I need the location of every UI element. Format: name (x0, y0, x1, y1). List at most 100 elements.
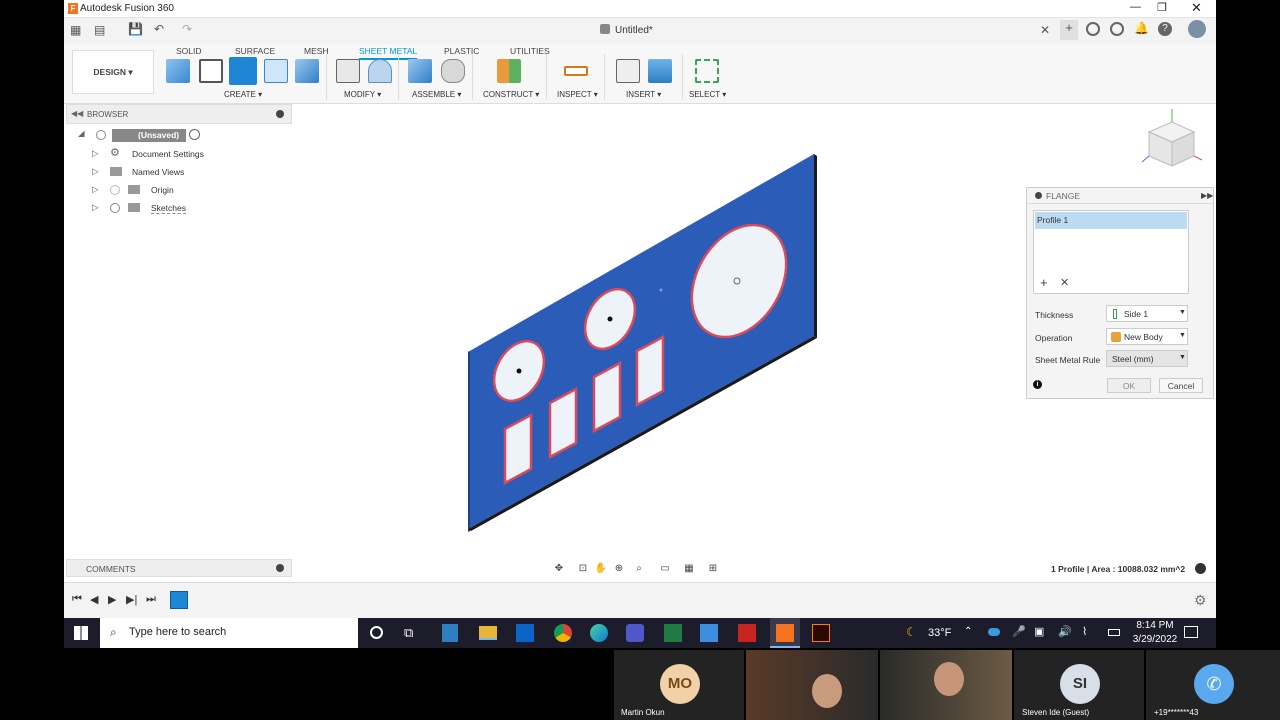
viewports-icon[interactable]: ⊞ (706, 562, 720, 576)
job-status-icon[interactable] (1110, 22, 1124, 36)
new-component-assemble-icon[interactable] (408, 59, 432, 83)
create-sketch-icon[interactable] (199, 59, 223, 83)
modify-menu[interactable]: MODIFY ▾ (344, 90, 381, 99)
window-select-icon[interactable] (695, 59, 719, 83)
sheet-metal-rule-dropdown[interactable]: Steel (mm) ▼ (1106, 350, 1188, 367)
last-step-icon[interactable]: ⏭ (146, 593, 156, 606)
select-menu[interactable]: SELECT ▾ (689, 90, 726, 99)
participant-video[interactable] (880, 650, 1012, 720)
participant-tile[interactable]: ✆ +19*******43 (1146, 650, 1280, 720)
save-icon[interactable]: 💾 (128, 22, 143, 36)
timeline-feature-icon[interactable] (170, 591, 188, 609)
create-menu[interactable]: CREATE ▾ (224, 90, 262, 99)
file-menu-icon[interactable]: ▤ (94, 23, 105, 37)
calculator-icon[interactable] (442, 624, 458, 642)
visibility-icon[interactable] (96, 130, 106, 140)
remove-icon[interactable]: ✕ (1060, 276, 1069, 289)
participant-tile[interactable]: SI Steven Ide (Guest) (1014, 650, 1144, 720)
display-icon[interactable]: ▣ (1034, 625, 1044, 638)
volume-icon[interactable]: 🔊 (1058, 625, 1072, 638)
tree-item-origin[interactable]: Origin (151, 185, 174, 195)
microphone-icon[interactable]: 🎤 (1012, 625, 1026, 638)
weather-temp[interactable]: 33°F (928, 627, 951, 639)
construct-menu[interactable]: CONSTRUCT ▾ (483, 90, 539, 99)
notifications-icon[interactable]: 🔔 (1134, 21, 1149, 35)
expand-dialog-icon[interactable]: ▶▶ (1201, 191, 1213, 200)
orbit-icon[interactable]: ✥ (552, 562, 566, 576)
new-tab-icon[interactable]: + (1060, 20, 1078, 40)
acrobat-icon[interactable] (738, 624, 756, 642)
thickness-dropdown[interactable]: Side 1 ▼ (1106, 305, 1188, 322)
pan-icon[interactable]: ✋ (594, 562, 608, 576)
notification-center-icon[interactable] (1184, 626, 1198, 638)
first-step-icon[interactable]: ⏮ (72, 593, 82, 606)
info-icon[interactable]: i (1033, 380, 1042, 389)
visibility-icon[interactable] (110, 203, 120, 213)
operation-dropdown[interactable]: New Body ▼ (1106, 328, 1188, 345)
root-expand-icon[interactable]: ◢ (78, 128, 85, 139)
clock-date[interactable]: 3/29/2022 (1130, 634, 1180, 645)
participant-video[interactable] (746, 650, 878, 720)
extrude-icon[interactable] (295, 59, 319, 83)
bend-icon[interactable] (368, 59, 392, 83)
windows-start-icon[interactable] (74, 626, 88, 640)
network-icon[interactable]: ⌇ (1082, 625, 1087, 638)
visibility-icon[interactable] (110, 185, 120, 195)
close-tab-icon[interactable]: ✕ (1040, 23, 1050, 37)
outlook-icon[interactable] (516, 624, 534, 642)
redo-icon[interactable]: ↷ (182, 22, 192, 36)
tray-expand-icon[interactable]: ⌃ (964, 626, 972, 637)
joint-icon[interactable] (441, 59, 465, 83)
collapse-browser-icon[interactable]: ◀◀ (71, 109, 83, 118)
profile-list-item[interactable]: Profile 1 (1035, 212, 1187, 229)
workspace-switcher[interactable]: DESIGN ▾ (72, 50, 154, 94)
illustrator-icon[interactable] (812, 624, 830, 642)
add-icon[interactable]: + (1040, 275, 1048, 290)
new-component-icon[interactable] (166, 59, 190, 83)
grid-settings-icon[interactable]: ▦ (682, 562, 696, 576)
data-panel-icon[interactable]: ▦ (70, 23, 81, 37)
tab-plastic[interactable]: PLASTIC (444, 46, 479, 56)
help-icon[interactable]: ? (1158, 22, 1172, 36)
cortana-icon[interactable] (370, 626, 383, 639)
onedrive-icon[interactable] (988, 628, 1000, 636)
expand-icon[interactable]: ▷ (92, 202, 99, 213)
previous-step-icon[interactable]: ◀ (90, 593, 98, 606)
status-settings-icon[interactable] (1195, 563, 1206, 574)
flange-icon[interactable] (229, 57, 257, 85)
participant-tile[interactable]: MO Martin Okun (614, 650, 744, 720)
undo-icon[interactable]: ↶ (154, 22, 164, 36)
offset-plane-icon[interactable] (497, 59, 521, 83)
insert-menu[interactable]: INSERT ▾ (626, 90, 661, 99)
flat-pattern-icon[interactable] (336, 59, 360, 83)
taskbar-search-box[interactable]: ⌕ Type here to search (100, 618, 358, 648)
restore-button[interactable]: ❐ (1157, 1, 1167, 14)
play-icon[interactable]: ▶ (108, 593, 116, 606)
root-component[interactable]: (Unsaved) (112, 129, 186, 142)
fit-icon[interactable]: ⌕ (632, 562, 646, 576)
file-explorer-icon[interactable] (479, 626, 497, 640)
viewcube[interactable] (1141, 109, 1203, 167)
browser-pin-icon[interactable] (276, 110, 284, 118)
clock-time[interactable]: 8:14 PM (1134, 620, 1176, 631)
activate-radio-icon[interactable] (189, 129, 200, 140)
comments-panel[interactable]: COMMENTS (66, 559, 292, 577)
battery-icon[interactable] (1108, 629, 1120, 636)
teams-icon[interactable] (626, 624, 644, 642)
tree-item-sketches[interactable]: Sketches (151, 203, 186, 214)
photos-icon[interactable] (700, 624, 718, 642)
timeline-settings-icon[interactable]: ⚙ (1194, 592, 1207, 609)
canvas-image-icon[interactable] (648, 59, 672, 83)
tab-surface[interactable]: SURFACE (235, 46, 275, 56)
tree-item-named-views[interactable]: Named Views (132, 167, 184, 177)
expand-icon[interactable]: ▷ (92, 184, 99, 195)
cancel-button[interactable]: Cancel (1159, 378, 1203, 393)
expand-icon[interactable]: ▷ (92, 148, 99, 159)
measure-icon[interactable] (564, 66, 588, 76)
extensions-icon[interactable] (1086, 22, 1100, 36)
insert-derive-icon[interactable] (616, 59, 640, 83)
chrome-icon[interactable] (554, 624, 572, 642)
expand-icon[interactable]: ▷ (92, 166, 99, 177)
ok-button[interactable]: OK (1107, 378, 1151, 393)
tab-sheet-metal[interactable]: SHEET METAL (359, 46, 418, 60)
